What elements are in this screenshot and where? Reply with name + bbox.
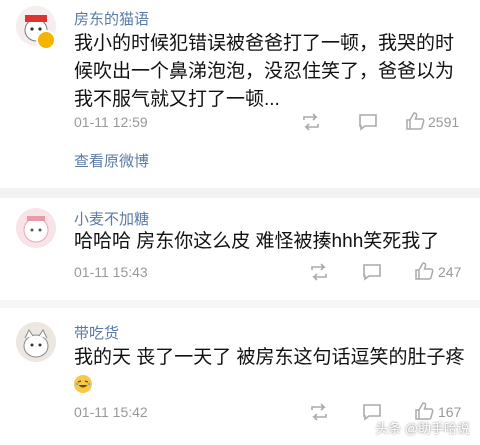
thumbs-up-icon[interactable] (414, 261, 434, 281)
divider (0, 188, 480, 198)
comment-text-body: 我的天 丧了一天了 被房东这句话逗笑的肚子疼 (74, 347, 465, 368)
avatar[interactable] (16, 322, 56, 362)
repost-icon[interactable] (300, 113, 322, 131)
view-original-link[interactable]: 查看原微博 (74, 150, 149, 171)
repost-icon[interactable] (308, 263, 330, 281)
thumbs-up-icon[interactable] (405, 111, 425, 131)
comment-username[interactable]: 房东的猫语 (74, 8, 149, 29)
comment-icon[interactable] (358, 113, 378, 131)
avatar[interactable] (16, 208, 56, 248)
watermark: 头条 @助手哈说 (375, 421, 470, 436)
laughing-emoji-icon (74, 375, 92, 393)
comment-item: 小麦不加糖 哈哈哈 房东你这么皮 难怪被揍hhh笑死我了 01-11 15:43… (0, 198, 480, 300)
comment-time: 01-11 15:43 (74, 264, 148, 280)
like-count: 2591 (428, 114, 460, 130)
vip-badge-icon (36, 30, 56, 50)
comment-time: 01-11 15:42 (74, 404, 148, 420)
like-count: 247 (438, 264, 462, 280)
comment-text: 哈哈哈 房东你这么皮 难怪被揍hhh笑死我了 (74, 231, 440, 252)
comment-time: 01-11 12:59 (74, 114, 148, 130)
comment-text: 我的天 丧了一天了 被房东这句话逗笑的肚子疼 (74, 344, 466, 400)
comment-item: 房东的猫语 我小的时候犯错误被爸爸打了一顿，我哭的时候吹出一个鼻涕泡泡，没忍住笑… (0, 0, 480, 188)
comment-text: 我小的时候犯错误被爸爸打了一顿，我哭的时候吹出一个鼻涕泡泡，没忍住笑了，爸爸以为… (74, 33, 455, 110)
divider (0, 300, 480, 308)
comment-username[interactable]: 小麦不加糖 (74, 208, 149, 229)
comment-username[interactable]: 带吃货 (74, 322, 119, 343)
repost-icon[interactable] (308, 403, 330, 421)
comment-icon[interactable] (362, 263, 382, 281)
